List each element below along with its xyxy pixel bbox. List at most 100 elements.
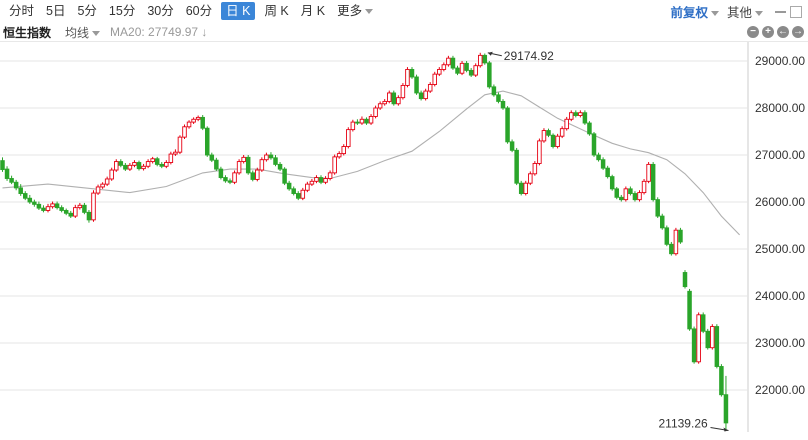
candle-body — [605, 167, 610, 178]
candle-body — [646, 163, 651, 182]
candle-body — [27, 197, 33, 203]
y-tick-label: 29000.00 — [755, 54, 805, 68]
candle-body — [182, 126, 187, 138]
candle-body — [227, 180, 233, 183]
candle-body — [478, 54, 483, 67]
candle-body — [559, 128, 565, 137]
candle-body — [596, 154, 601, 161]
candle-body — [705, 330, 711, 349]
candle-body — [113, 161, 119, 171]
candle-body — [327, 172, 333, 179]
candle-body — [650, 163, 656, 201]
candle-body — [660, 215, 665, 229]
candle-body — [591, 133, 597, 156]
candle-body — [109, 169, 114, 180]
candle-body — [127, 164, 133, 170]
y-tick-label: 25000.00 — [755, 242, 805, 256]
candle-body — [346, 129, 351, 147]
candle-body — [700, 314, 706, 332]
candle-body — [195, 116, 201, 120]
candle-body — [528, 173, 533, 184]
candle-body — [382, 100, 387, 105]
candle-body — [514, 149, 519, 184]
candle-body — [168, 153, 174, 163]
high-annotation-label: 29174.92 — [504, 49, 554, 63]
candle-body — [341, 146, 347, 155]
candle-body — [496, 94, 501, 102]
candle-body — [191, 118, 196, 123]
candle-body — [368, 116, 374, 124]
candle-body — [632, 193, 638, 201]
candle-body — [387, 92, 392, 102]
candle-body — [500, 100, 506, 109]
candle-body — [359, 118, 365, 124]
candle-body — [682, 272, 688, 288]
candle-body — [619, 196, 624, 201]
candle-body — [482, 54, 488, 64]
ma20-line — [2, 90, 740, 236]
candle-body — [291, 188, 296, 194]
candle-body — [687, 290, 692, 330]
candle-body — [523, 182, 529, 194]
candle-body — [432, 73, 438, 85]
candle-body — [245, 156, 251, 174]
candle-body — [286, 182, 292, 190]
candle-body — [587, 122, 592, 135]
candle-body — [723, 394, 729, 424]
candle-body — [305, 183, 310, 191]
candle-body — [123, 164, 128, 170]
candle-body — [318, 177, 324, 183]
y-tick-label: 22000.00 — [755, 383, 805, 397]
candle-body — [164, 162, 169, 167]
candle-body — [564, 118, 569, 130]
candle-body — [414, 76, 419, 94]
candle-body — [446, 57, 451, 66]
candle-body — [505, 107, 510, 143]
candle-body — [268, 154, 274, 159]
candle-body — [68, 212, 73, 217]
candle-body — [73, 207, 78, 217]
candle-body — [250, 172, 255, 180]
candle-body — [45, 206, 51, 211]
candle-body — [314, 177, 319, 182]
candle-body — [223, 177, 228, 182]
candle-body — [204, 127, 210, 156]
candle-body — [264, 154, 269, 161]
candle-body — [332, 156, 337, 174]
candle-body — [95, 186, 101, 194]
candle-body — [400, 84, 406, 99]
y-tick-label: 28000.00 — [755, 101, 805, 115]
candle-body — [323, 178, 328, 183]
candle-body — [450, 57, 456, 69]
candle-body — [104, 178, 110, 185]
candle-body — [118, 161, 124, 166]
candle-body — [464, 62, 469, 71]
candle-body — [405, 69, 410, 86]
candle-body — [91, 192, 96, 221]
candle-body — [459, 62, 465, 74]
candle-body — [364, 118, 369, 124]
candle-body — [550, 134, 556, 147]
candle-body — [18, 187, 23, 194]
candle-body — [555, 135, 560, 147]
candle-body — [309, 180, 315, 185]
candle-body — [418, 92, 424, 100]
candle-body — [569, 112, 574, 120]
candle-body — [41, 207, 46, 211]
candle-body — [541, 130, 547, 142]
candle-body — [396, 97, 401, 105]
candle-body — [150, 158, 155, 163]
low-annotation-label: 21139.26 — [659, 416, 708, 430]
y-tick-label: 23000.00 — [755, 336, 805, 350]
candle-body — [573, 112, 579, 116]
candlestick-chart: 29000.00 28000.00 27000.00 26000.00 25000.00… — [0, 41, 808, 432]
candle-body — [350, 121, 356, 131]
candle-body — [710, 326, 715, 349]
candle-body — [159, 163, 164, 167]
candle-body — [468, 69, 474, 76]
candle-body — [141, 165, 146, 170]
candle-body — [614, 188, 620, 198]
candle-body — [714, 326, 720, 367]
candle-body — [673, 229, 679, 255]
candle-body — [100, 183, 105, 188]
